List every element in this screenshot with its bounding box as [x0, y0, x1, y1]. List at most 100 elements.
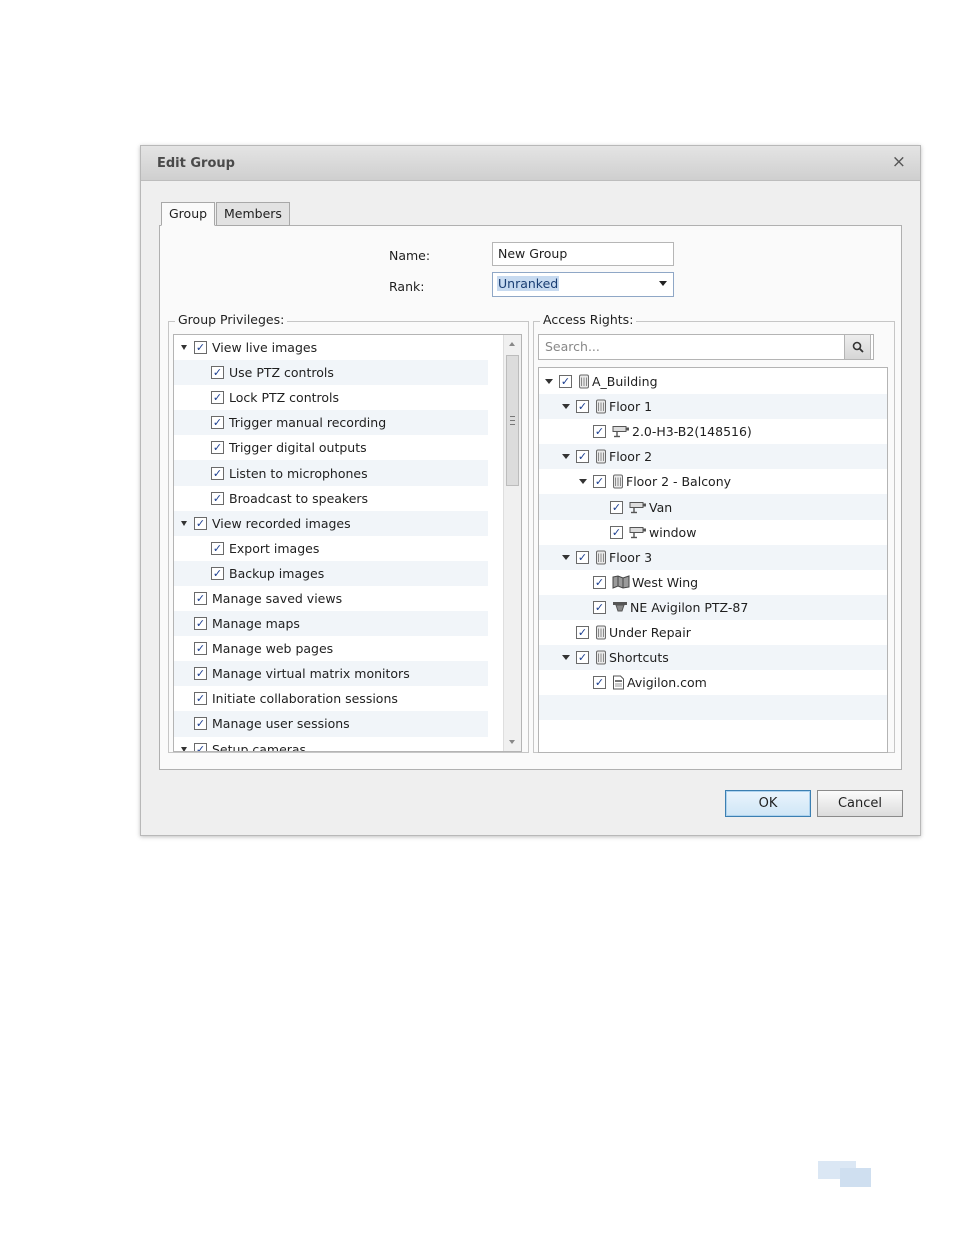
access-item-label: Floor 3	[609, 549, 653, 565]
privilege-label: Manage maps	[212, 616, 300, 632]
checkbox[interactable]: ✓	[194, 341, 207, 355]
access-tree-item[interactable]: ✓ Shortcuts	[539, 645, 887, 671]
scroll-up-icon[interactable]	[509, 342, 515, 346]
expander-icon[interactable]	[559, 554, 573, 560]
dropdown-arrow-icon[interactable]	[659, 281, 667, 286]
expander-icon[interactable]	[559, 404, 573, 410]
access-tree-item[interactable]: ✓ Floor 2	[539, 444, 887, 470]
checkbox[interactable]: ✓	[593, 676, 606, 690]
checkbox[interactable]: ✓	[211, 491, 224, 505]
access-tree-item[interactable]: ✓ West Wing	[539, 570, 887, 595]
privilege-row[interactable]: ✓ Use PTZ controls	[174, 360, 488, 386]
checkbox[interactable]: ✓	[593, 600, 606, 614]
empty-tree-row	[539, 695, 887, 721]
access-tree-item[interactable]: ✓ NE Avigilon PTZ-87	[539, 594, 887, 620]
checkbox[interactable]: ✓	[211, 366, 224, 380]
privilege-row[interactable]: ✓ Manage virtual matrix monitors	[174, 661, 488, 687]
rank-selected-value: Unranked	[497, 276, 560, 291]
checkbox[interactable]: ✓	[194, 642, 207, 656]
access-tree-item[interactable]: ✓ Floor 2 - Balcony	[539, 469, 887, 494]
access-tree-item[interactable]: ✓ A_Building	[539, 369, 887, 394]
checkbox[interactable]: ✓	[211, 391, 224, 405]
checkbox[interactable]: ✓	[194, 667, 207, 681]
checkbox[interactable]: ✓	[194, 742, 207, 751]
access-tree-item[interactable]: ✓ window	[539, 520, 887, 545]
checkbox[interactable]: ✓	[194, 591, 207, 605]
checkbox[interactable]: ✓	[576, 651, 589, 665]
privilege-row[interactable]: ✓ Initiate collaboration sessions	[174, 686, 488, 711]
privilege-label: Broadcast to speakers	[229, 490, 369, 506]
checkbox[interactable]: ✓	[576, 400, 589, 414]
expander-icon[interactable]	[177, 746, 191, 751]
rank-select[interactable]: Unranked	[492, 272, 674, 297]
checkbox[interactable]: ✓	[194, 516, 207, 530]
checkbox[interactable]: ✓	[194, 617, 207, 631]
privilege-row[interactable]: ✓ Export images	[174, 536, 488, 561]
privilege-row[interactable]: ✓ Manage web pages	[174, 636, 488, 661]
privilege-label: Lock PTZ controls	[229, 390, 340, 406]
checkbox[interactable]: ✓	[211, 541, 224, 555]
access-tree-item[interactable]: ✓ Van	[539, 494, 887, 520]
privilege-row[interactable]: ✓ Manage maps	[174, 611, 488, 637]
access-rights-title: Access Rights:	[540, 312, 637, 327]
dialog-titlebar[interactable]: Edit Group ×	[141, 146, 920, 181]
triangle-down-icon	[579, 479, 587, 485]
scroll-thumb[interactable]	[506, 355, 519, 486]
name-input[interactable]: New Group	[492, 242, 674, 266]
privileges-scrollbar[interactable]	[503, 335, 521, 751]
checkbox[interactable]: ✓	[211, 416, 224, 430]
cancel-button[interactable]: Cancel	[817, 790, 903, 817]
expander-icon[interactable]	[177, 345, 191, 351]
access-tree-item[interactable]: ✓ Floor 1	[539, 394, 887, 420]
expander-icon[interactable]	[559, 454, 573, 460]
search-button[interactable]	[844, 334, 871, 360]
checkbox[interactable]: ✓	[194, 692, 207, 706]
scroll-down-icon[interactable]	[509, 740, 515, 744]
close-icon[interactable]: ×	[892, 154, 906, 171]
privilege-label: Export images	[229, 540, 320, 556]
checkbox[interactable]: ✓	[610, 525, 623, 539]
access-item-label: West Wing	[632, 574, 699, 590]
checkbox[interactable]: ✓	[593, 475, 606, 489]
privilege-row[interactable]: ✓ Manage user sessions	[174, 711, 488, 737]
privilege-row[interactable]: ✓ Trigger manual recording	[174, 410, 488, 436]
checkbox[interactable]: ✓	[211, 441, 224, 455]
expander-icon[interactable]	[542, 379, 556, 385]
checkbox[interactable]: ✓	[576, 625, 589, 639]
privilege-row[interactable]: ✓ View recorded images	[174, 510, 488, 536]
ok-button[interactable]: OK	[725, 790, 811, 817]
triangle-down-icon	[545, 379, 553, 385]
privilege-row[interactable]: ✓ Lock PTZ controls	[174, 385, 488, 410]
checkbox[interactable]: ✓	[211, 466, 224, 480]
access-tree-item[interactable]: ✓ Floor 3	[539, 544, 887, 570]
access-tree-item[interactable]: ✓ Avigilon.com	[539, 670, 887, 695]
checkbox[interactable]: ✓	[576, 450, 589, 464]
checkbox[interactable]: ✓	[576, 550, 589, 564]
access-tree-item[interactable]: ✓ 2.0-H3-B2(148516)	[539, 419, 887, 444]
tab-members[interactable]: Members	[216, 202, 290, 226]
privilege-row[interactable]: ✓ View live images	[174, 335, 488, 360]
checkbox[interactable]: ✓	[194, 717, 207, 731]
checkbox[interactable]: ✓	[593, 425, 606, 439]
checkbox[interactable]: ✓	[559, 375, 572, 389]
expander-icon[interactable]	[559, 655, 573, 661]
privilege-row[interactable]: ✓ Setup cameras	[174, 737, 488, 751]
privilege-label: Trigger digital outputs	[229, 440, 367, 456]
expander-icon[interactable]	[177, 520, 191, 526]
access-item-label: Shortcuts	[609, 650, 669, 666]
search-icon	[852, 341, 864, 353]
access-tree-item[interactable]: ✓ Under Repair	[539, 620, 887, 645]
privilege-row[interactable]: ✓ Trigger digital outputs	[174, 435, 488, 460]
checkbox[interactable]: ✓	[610, 500, 623, 514]
checkbox[interactable]: ✓	[593, 575, 606, 589]
privilege-row[interactable]: ✓ Listen to microphones	[174, 460, 488, 486]
tab-group[interactable]: Group	[161, 202, 216, 226]
checkbox[interactable]: ✓	[211, 566, 224, 580]
privilege-row[interactable]: ✓ Backup images	[174, 560, 488, 586]
search-input[interactable]: Search...	[538, 334, 874, 360]
triangle-down-icon	[562, 454, 570, 460]
dialog-title: Edit Group	[157, 156, 235, 171]
privilege-row[interactable]: ✓ Broadcast to speakers	[174, 486, 488, 511]
expander-icon[interactable]	[576, 479, 590, 485]
privilege-row[interactable]: ✓ Manage saved views	[174, 586, 488, 611]
